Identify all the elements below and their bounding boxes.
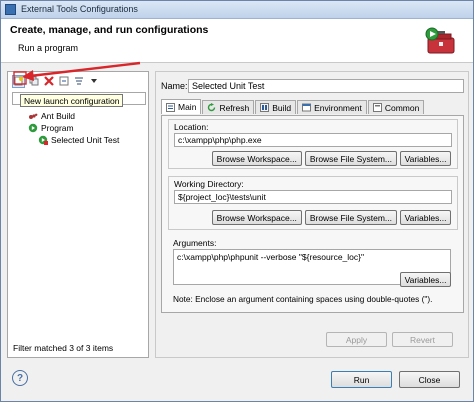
filter-status: Filter matched 3 of 3 items: [13, 343, 114, 353]
main-tab-content: Location: c:\xampp\php\php.exe Browse Wo…: [161, 115, 464, 313]
arguments-label: Arguments:: [173, 238, 217, 248]
duplicate-button[interactable]: [27, 75, 40, 88]
arguments-group: Arguments: c:\xampp\php\phpunit --verbos…: [168, 238, 458, 307]
app-icon: [5, 4, 16, 15]
location-field[interactable]: c:\xampp\php\php.exe: [174, 133, 452, 147]
tab-label: Main: [178, 102, 197, 112]
name-label: Name:: [161, 81, 188, 91]
tab-label: Build: [272, 102, 292, 113]
browse-workspace-button[interactable]: Browse Workspace...: [211, 210, 302, 225]
duplicate-icon: [29, 76, 38, 86]
program-icon: [28, 123, 38, 133]
tab-label: Common: [384, 102, 420, 113]
window-title: External Tools Configurations: [21, 4, 138, 14]
help-icon[interactable]: ?: [12, 370, 28, 386]
working-directory-buttons: Browse Workspace... Browse File System..…: [211, 210, 451, 225]
browse-workspace-button[interactable]: Browse Workspace...: [211, 151, 302, 166]
filter-dropdown-button[interactable]: [87, 75, 100, 88]
arguments-note: Note: Enclose an argument containing spa…: [173, 294, 433, 304]
dialog-button-bar: ? Run Close: [1, 363, 473, 401]
tree-item-label: Selected Unit Test: [51, 135, 120, 145]
tree-item-label: Program: [41, 123, 74, 133]
tooltip: New launch configuration: [20, 94, 123, 107]
tab-label: Environment: [314, 102, 362, 113]
tab-main[interactable]: Main: [161, 99, 202, 114]
delete-icon: [43, 76, 54, 86]
header-banner: Create, manage, and run configurations R…: [1, 19, 473, 63]
location-buttons: Browse Workspace... Browse File System..…: [211, 151, 451, 166]
title-bar[interactable]: External Tools Configurations: [1, 1, 473, 19]
ant-icon: [29, 113, 38, 119]
collapse-all-button[interactable]: [57, 75, 70, 88]
refresh-icon: [208, 103, 216, 112]
environment-icon: [302, 103, 312, 112]
delete-button[interactable]: [42, 75, 55, 88]
tab-label: Refresh: [219, 102, 250, 113]
banner-subtitle: Run a program: [18, 43, 79, 53]
arguments-variables-button[interactable]: Variables...: [400, 272, 451, 287]
tree-item-ant-build[interactable]: Ant Build: [28, 110, 119, 122]
main-tab-icon: [166, 102, 175, 112]
tab-bar: Main Refresh Build Environment Common: [161, 99, 425, 114]
banner-heading: Create, manage, and run configurations: [10, 24, 209, 36]
external-tools-dialog: External Tools Configurations Create, ma…: [0, 0, 474, 402]
browse-file-system-button[interactable]: Browse File System...: [304, 151, 397, 166]
tab-common[interactable]: Common: [367, 100, 425, 114]
configuration-tree: Ant Build Program Selected Unit Test: [28, 110, 119, 146]
new-launch-configuration-button[interactable]: [12, 74, 25, 88]
browse-file-system-button[interactable]: Browse File System...: [304, 210, 397, 225]
variables-button[interactable]: Variables...: [400, 210, 451, 225]
configuration-editor: Name: Selected Unit Test Main Refresh Bu…: [155, 71, 469, 358]
tab-build[interactable]: Build: [255, 100, 297, 114]
working-directory-group: Working Directory: ${project_loc}\tests\…: [168, 176, 458, 230]
run-button[interactable]: Run: [331, 371, 392, 388]
collapse-all-icon: [59, 76, 68, 86]
location-group: Location: c:\xampp\php\php.exe Browse Wo…: [168, 119, 458, 169]
left-toolbar: [12, 74, 100, 88]
program-config-icon: [38, 135, 48, 145]
toolbox-icon: [425, 27, 455, 54]
tree-item-program[interactable]: Program: [28, 122, 119, 134]
working-directory-field[interactable]: ${project_loc}\tests\unit: [174, 190, 452, 204]
tree-item-selected-unit-test[interactable]: Selected Unit Test: [38, 134, 119, 146]
dropdown-icon: [90, 79, 97, 83]
filter-button[interactable]: [72, 75, 85, 88]
tree-item-label: Ant Build: [41, 111, 76, 121]
build-icon: [260, 103, 270, 112]
configuration-list-panel: Ant Build Program Selected Unit Test Fil…: [7, 71, 149, 358]
working-directory-label: Working Directory:: [174, 179, 244, 189]
new-launch-configuration-icon: [14, 76, 23, 86]
tab-refresh[interactable]: Refresh: [202, 100, 255, 114]
common-icon: [372, 103, 382, 112]
name-field[interactable]: Selected Unit Test: [188, 79, 464, 93]
close-button[interactable]: Close: [399, 371, 460, 388]
tab-environment[interactable]: Environment: [297, 100, 367, 114]
location-label: Location:: [174, 122, 209, 132]
revert-button[interactable]: Revert: [392, 332, 453, 347]
apply-button[interactable]: Apply: [326, 332, 387, 347]
filter-icon: [74, 77, 83, 85]
variables-button[interactable]: Variables...: [400, 151, 451, 166]
